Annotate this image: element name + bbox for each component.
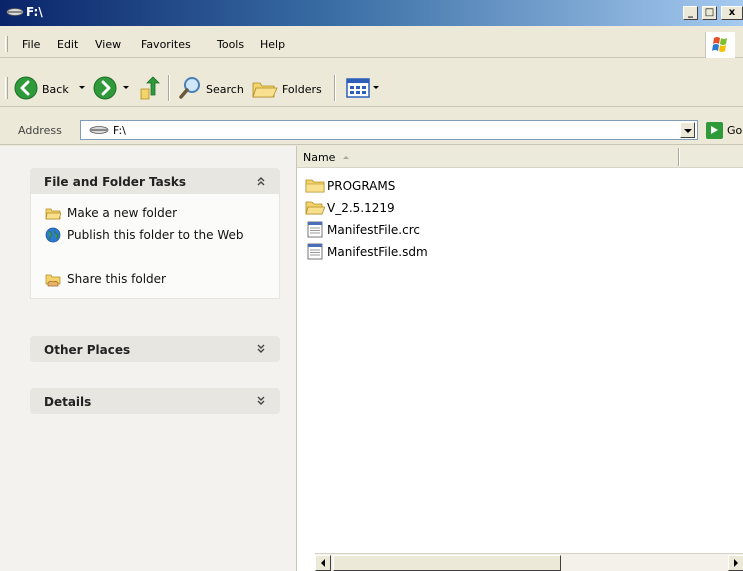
back-arrow-icon[interactable] — [14, 76, 38, 100]
file-name[interactable]: ManifestFile.sdm — [327, 245, 428, 259]
toolbar-separator — [168, 75, 170, 101]
sort-ascending-icon — [343, 156, 349, 159]
scroll-left-arrow-icon — [321, 559, 325, 567]
forward-arrow-icon[interactable] — [93, 76, 117, 100]
details-header[interactable]: Details — [30, 388, 280, 414]
back-button-label[interactable]: Back — [42, 83, 69, 96]
window-title: F:\ — [26, 5, 43, 19]
folders-icon[interactable] — [252, 77, 278, 99]
file-item-v-2-5-1219[interactable]: V_2.5.1219 — [305, 198, 605, 218]
toolbar: Back Search Folders — [0, 67, 743, 107]
back-dropdown-icon[interactable] — [79, 86, 85, 89]
task-pane: File and Folder Tasks Make a new folder — [0, 146, 296, 571]
address-label: Address — [18, 124, 62, 137]
views-dropdown-icon[interactable] — [373, 86, 379, 89]
go-arrow-icon[interactable] — [706, 122, 723, 139]
file-folder-tasks-panel: File and Folder Tasks Make a new folder — [30, 168, 280, 299]
up-folder-icon[interactable] — [138, 75, 162, 101]
column-header-name[interactable]: Name — [303, 151, 673, 168]
menu-help[interactable]: Help — [260, 38, 285, 51]
expand-chevron-icon[interactable] — [256, 344, 266, 354]
task-make-new-folder[interactable]: Make a new folder — [31, 202, 279, 224]
maximize-button[interactable]: □ — [702, 6, 717, 20]
horizontal-scrollbar[interactable] — [315, 553, 743, 571]
file-name[interactable]: V_2.5.1219 — [327, 201, 395, 215]
other-places-header[interactable]: Other Places — [30, 336, 280, 362]
file-item-manifest-crc[interactable]: ManifestFile.crc — [305, 220, 605, 240]
menu-favorites[interactable]: Favorites — [141, 38, 191, 51]
task-publish-folder[interactable]: Publish this folder to the Web — [31, 224, 279, 268]
panel-title: File and Folder Tasks — [44, 175, 187, 189]
panel-title: Details — [44, 395, 92, 409]
task-label[interactable]: Share this folder — [67, 272, 267, 287]
file-item-manifest-sdm[interactable]: ManifestFile.sdm — [305, 242, 605, 262]
column-header-label: Name — [303, 151, 336, 164]
new-folder-icon — [45, 208, 61, 220]
menu-view[interactable]: View — [95, 38, 121, 51]
scroll-right-arrow-icon — [734, 559, 738, 567]
scroll-left-button[interactable] — [315, 555, 331, 571]
open-folder-icon — [305, 201, 325, 215]
address-dropdown-button[interactable] — [680, 122, 695, 138]
folders-button-label[interactable]: Folders — [282, 83, 322, 96]
share-folder-icon — [45, 274, 61, 287]
generic-file-icon — [307, 221, 323, 238]
views-icon[interactable] — [346, 78, 370, 98]
file-item-programs[interactable]: PROGRAMS — [305, 176, 605, 196]
title-bar[interactable]: F:\ _ □ x — [0, 0, 743, 26]
windows-flag-icon — [712, 37, 727, 52]
task-label[interactable]: Make a new folder — [67, 206, 267, 221]
menu-file[interactable]: File — [22, 38, 40, 51]
globe-icon — [45, 227, 61, 243]
other-places-panel: Other Places — [30, 336, 280, 362]
details-panel: Details — [30, 388, 280, 414]
toolbar-separator — [334, 75, 336, 101]
scroll-thumb[interactable] — [333, 555, 561, 571]
go-button-label[interactable]: Go — [727, 124, 742, 137]
file-list-pane: Name PROGRAMS V_2.5.1219 ManifestFile.cr… — [296, 146, 743, 571]
minimize-button[interactable]: _ — [683, 6, 698, 20]
column-header-row: Name — [297, 146, 743, 168]
drive-icon — [89, 126, 109, 134]
search-icon[interactable] — [178, 76, 202, 100]
scroll-right-button[interactable] — [728, 555, 743, 571]
folder-icon — [305, 179, 325, 193]
task-label[interactable]: Publish this folder to the Web — [67, 228, 267, 243]
task-share-folder[interactable]: Share this folder — [31, 268, 279, 290]
generic-file-icon — [307, 243, 323, 260]
menu-bar: File Edit View Favorites Tools Help — [0, 30, 743, 58]
collapse-chevron-icon[interactable] — [256, 176, 266, 186]
file-name[interactable]: PROGRAMS — [327, 179, 395, 193]
column-divider[interactable] — [678, 148, 680, 166]
drive-icon — [6, 8, 24, 16]
file-folder-tasks-header[interactable]: File and Folder Tasks — [30, 168, 280, 194]
file-name[interactable]: ManifestFile.crc — [327, 223, 420, 237]
menu-grip[interactable] — [5, 36, 8, 52]
panel-title: Other Places — [44, 343, 131, 357]
search-button-label[interactable]: Search — [206, 83, 244, 96]
menu-tools[interactable]: Tools — [217, 38, 244, 51]
forward-dropdown-icon[interactable] — [123, 86, 129, 89]
windows-logo — [705, 32, 735, 58]
expand-chevron-icon[interactable] — [256, 396, 266, 406]
explorer-window: F:\ _ □ x File Edit View Favorites Tools… — [0, 0, 743, 571]
address-input[interactable]: F:\ — [80, 120, 698, 140]
address-bar: Address F:\ Go — [0, 115, 743, 145]
file-folder-tasks-body: Make a new folder Publish this folder to… — [30, 194, 280, 299]
menu-edit[interactable]: Edit — [57, 38, 78, 51]
close-button[interactable]: x — [721, 6, 743, 20]
toolbar-grip[interactable] — [5, 77, 8, 99]
address-value: F:\ — [113, 124, 126, 137]
